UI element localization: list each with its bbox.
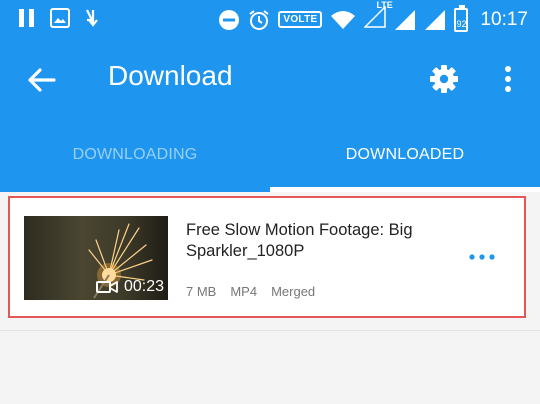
arrow-left-icon[interactable]: [26, 64, 58, 96]
status-time: 10:17: [480, 8, 528, 30]
gear-icon[interactable]: [429, 64, 459, 94]
status-notifications: [18, 8, 102, 28]
pause-icon: [19, 9, 34, 27]
video-meta: 7 MB MP4 Merged: [186, 284, 315, 299]
video-duration: 00:23: [95, 278, 164, 296]
wifi-icon: [331, 10, 356, 29]
signal-icon: [395, 9, 416, 30]
file-format: MP4: [230, 284, 258, 299]
status-bar: VOLTE LTE 92 10:17: [0, 0, 540, 38]
tab-downloading[interactable]: DOWNLOADING: [0, 118, 270, 192]
video-thumbnail[interactable]: 00:23: [24, 216, 168, 300]
duration-label: 00:23: [123, 278, 164, 295]
tab-bar: DOWNLOADING DOWNLOADED: [0, 118, 540, 192]
download-notify-icon: [86, 9, 98, 27]
status-system: VOLTE LTE 92 10:17: [218, 0, 528, 33]
image-icon: [50, 8, 70, 28]
toolbar: Download: [0, 38, 540, 118]
app-bar: VOLTE LTE 92 10:17 Download DOWNLOADING …: [0, 0, 540, 192]
signal-2-icon: [425, 9, 446, 30]
page-title: Download: [108, 60, 233, 91]
alarm-icon: [249, 9, 269, 30]
battery-icon: 92: [454, 4, 469, 32]
active-tab-indicator: [270, 187, 540, 192]
video-camera-icon: [95, 281, 118, 293]
lte-label: LTE: [376, 0, 393, 10]
tab-downloaded[interactable]: DOWNLOADED: [270, 118, 540, 192]
lte-indicator: LTE: [363, 0, 393, 33]
file-status: Merged: [271, 284, 316, 299]
download-item[interactable]: 00:23 Free Slow Motion Footage: Big Spar…: [8, 196, 526, 318]
list-divider: [0, 330, 540, 331]
file-size: 7 MB: [186, 284, 217, 299]
more-vert-icon[interactable]: [498, 64, 518, 94]
volte-badge: VOLTE: [278, 11, 323, 28]
video-title: Free Slow Motion Footage: Big Sparkler_1…: [186, 221, 413, 260]
more-horiz-icon[interactable]: [468, 250, 496, 264]
dnd-icon: [219, 9, 240, 30]
